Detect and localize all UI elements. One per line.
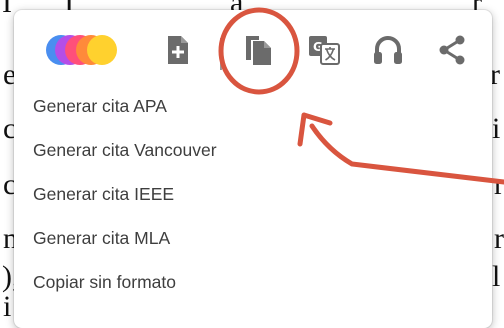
headphones-icon[interactable] [370,32,406,68]
menu-item-apa[interactable]: Generar cita APA [14,84,492,128]
popup-toolbar: G [14,10,492,86]
new-document-icon[interactable] [160,32,196,68]
menu-item-ieee[interactable]: Generar cita IEEE [14,172,492,216]
copy-icon[interactable] [241,32,277,68]
color-circles-icon[interactable] [44,32,124,68]
menu-item-mla[interactable]: Generar cita MLA [14,216,492,260]
toolbar-divider [220,38,222,70]
citation-menu: Generar cita APA Generar cita Vancouver … [14,84,492,304]
translate-icon[interactable]: G [306,32,342,68]
citation-popup: G Generar cita APA Generar cita Vancouve… [14,10,492,328]
menu-item-plain-copy[interactable]: Copiar sin formato [14,260,492,304]
share-icon[interactable] [434,32,470,68]
menu-item-vancouver[interactable]: Generar cita Vancouver [14,128,492,172]
